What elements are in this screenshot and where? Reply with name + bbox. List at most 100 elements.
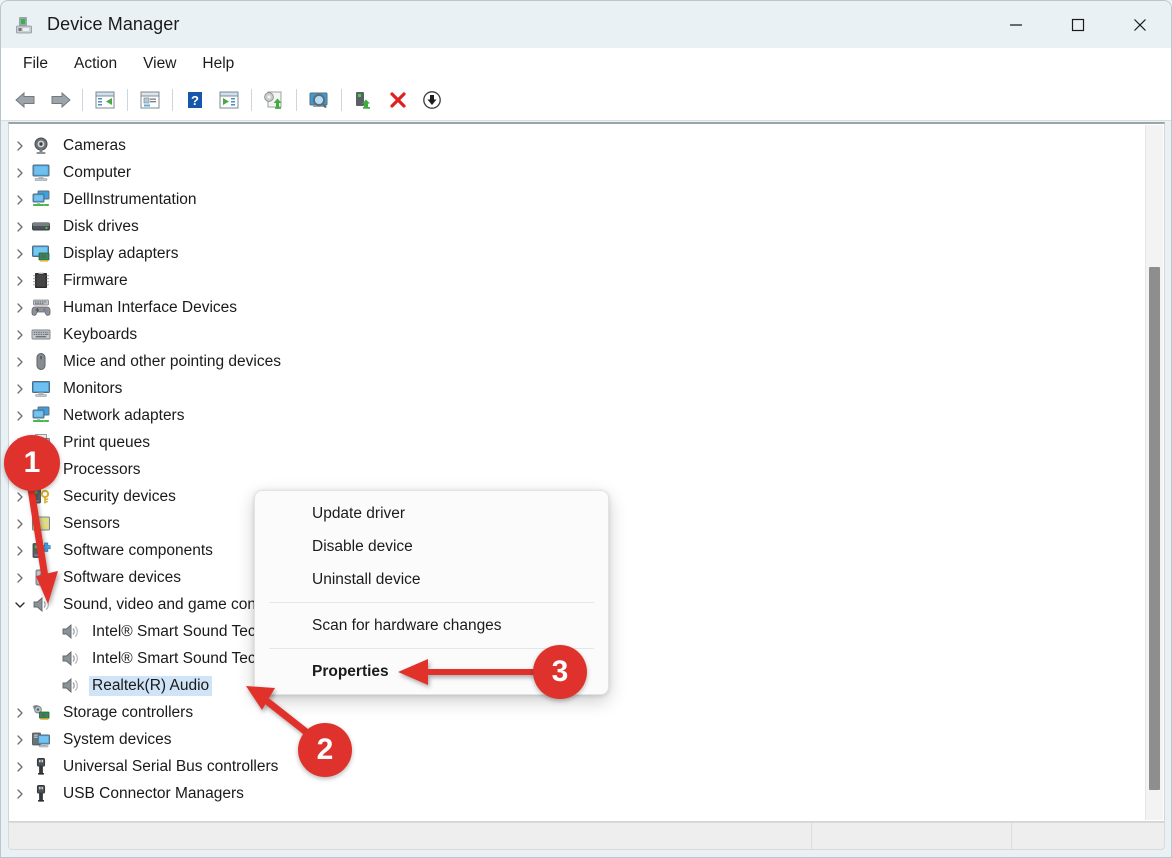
tree-item-label: Software devices	[63, 568, 182, 586]
chevron-right-icon[interactable]	[9, 761, 31, 772]
chevron-right-icon[interactable]	[9, 545, 31, 556]
tree-item-label: System devices	[63, 730, 172, 748]
scrollbar-thumb[interactable]	[1149, 267, 1160, 790]
tree-item[interactable]: DellInstrumentation	[9, 186, 1129, 213]
tree-item[interactable]: Disk drives	[9, 213, 1129, 240]
chevron-right-icon[interactable]	[9, 275, 31, 286]
tree-item-label: Realtek(R) Audio	[89, 675, 213, 696]
console-tree-button[interactable]	[88, 85, 122, 115]
tree-item[interactable]: Storage controllers	[9, 699, 1129, 726]
chevron-right-icon[interactable]	[9, 410, 31, 421]
chevron-right-icon[interactable]	[9, 383, 31, 394]
forward-button[interactable]	[43, 85, 77, 115]
maximize-button[interactable]	[1047, 1, 1109, 48]
toolbar-separator	[172, 89, 173, 111]
chevron-right-icon[interactable]	[9, 329, 31, 340]
chevron-right-icon[interactable]	[9, 437, 31, 448]
context-menu-item[interactable]: Disable device	[255, 530, 608, 563]
tree-item-label: Firmware	[63, 271, 128, 289]
context-menu-item[interactable]: Update driver	[255, 497, 608, 530]
scan-hardware-button[interactable]	[302, 85, 336, 115]
chevron-right-icon[interactable]	[9, 572, 31, 583]
chevron-right-icon[interactable]	[9, 707, 31, 718]
context-menu-separator	[269, 648, 594, 649]
help-button[interactable]: ?	[178, 85, 212, 115]
speaker-icon	[60, 622, 82, 642]
minimize-button[interactable]	[985, 1, 1047, 48]
chevron-right-icon[interactable]	[9, 734, 31, 745]
toolbar-separator	[82, 89, 83, 111]
disable-device-button[interactable]	[415, 85, 449, 115]
menu-help[interactable]: Help	[192, 52, 244, 76]
action-pane-button[interactable]	[212, 85, 246, 115]
processor-icon	[31, 460, 53, 480]
camera-icon	[31, 136, 53, 156]
security-device-icon	[31, 487, 53, 507]
toolbar-separator	[251, 89, 252, 111]
menu-action[interactable]: Action	[64, 52, 127, 76]
tree-item-label: Cameras	[63, 136, 126, 154]
tree-item-label: Network adapters	[63, 406, 185, 424]
tree-item-label: Storage controllers	[63, 703, 194, 721]
tree-item[interactable]: Keyboards	[9, 321, 1129, 348]
update-driver-button[interactable]	[257, 85, 291, 115]
tree-item[interactable]: Universal Serial Bus controllers	[9, 753, 1129, 780]
menu-view[interactable]: View	[133, 52, 186, 76]
enable-device-button[interactable]	[347, 85, 381, 115]
toolbar-separator	[127, 89, 128, 111]
hid-gamepad-icon	[31, 298, 53, 318]
storage-controller-icon	[31, 703, 53, 723]
device-manager-icon	[15, 15, 35, 35]
chevron-right-icon[interactable]	[9, 518, 31, 529]
title-bar[interactable]: Device Manager	[1, 1, 1171, 48]
display-adapter-icon	[31, 244, 53, 264]
tree-item[interactable]: Display adapters	[9, 240, 1129, 267]
chevron-right-icon[interactable]	[9, 356, 31, 367]
device-manager-screenshot: Device Manager File Action View Help ? C…	[0, 0, 1172, 858]
chevron-right-icon[interactable]	[9, 464, 31, 475]
tree-item[interactable]: Cameras	[9, 132, 1129, 159]
chevron-right-icon[interactable]	[9, 302, 31, 313]
tree-item[interactable]: Network adapters	[9, 402, 1129, 429]
close-button[interactable]	[1109, 1, 1171, 48]
system-device-icon	[31, 730, 53, 750]
chevron-right-icon[interactable]	[9, 140, 31, 151]
monitor-icon	[31, 379, 53, 399]
tree-item-label: DellInstrumentation	[63, 190, 197, 208]
tree-item-label: Sensors	[63, 514, 120, 532]
device-tree-panel: Cameras Computer DellInstrumentation Disk d…	[8, 122, 1165, 822]
keyboard-icon	[31, 325, 53, 345]
menu-file[interactable]: File	[13, 52, 58, 76]
chevron-right-icon[interactable]	[9, 491, 31, 502]
properties-button[interactable]	[133, 85, 167, 115]
vertical-scrollbar[interactable]	[1145, 125, 1163, 820]
computer-icon	[31, 163, 53, 183]
tree-item[interactable]: Firmware	[9, 267, 1129, 294]
chevron-right-icon[interactable]	[9, 788, 31, 799]
tree-item[interactable]: Mice and other pointing devices	[9, 348, 1129, 375]
tree-item[interactable]: USB Connector Managers	[9, 780, 1129, 807]
chevron-right-icon[interactable]	[9, 221, 31, 232]
tree-item[interactable]: Processors	[9, 456, 1129, 483]
tree-item-label: Monitors	[63, 379, 123, 397]
network-computers-icon	[31, 190, 53, 210]
tree-item[interactable]: Human Interface Devices	[9, 294, 1129, 321]
context-menu-item[interactable]: Properties	[255, 655, 608, 688]
toolbar: ?	[1, 80, 1171, 121]
chevron-right-icon[interactable]	[9, 194, 31, 205]
tree-item[interactable]: Computer	[9, 159, 1129, 186]
mouse-icon	[31, 352, 53, 372]
context-menu-item[interactable]: Scan for hardware changes	[255, 609, 608, 642]
context-menu-item[interactable]: Uninstall device	[255, 563, 608, 596]
chevron-right-icon[interactable]	[9, 248, 31, 259]
menu-bar: File Action View Help	[1, 48, 1171, 80]
back-button[interactable]	[9, 85, 43, 115]
chevron-down-icon[interactable]	[9, 600, 31, 610]
tree-item-label: Security devices	[63, 487, 176, 505]
tree-item[interactable]: System devices	[9, 726, 1129, 753]
tree-item[interactable]: Print queues	[9, 429, 1129, 456]
uninstall-device-button[interactable]	[381, 85, 415, 115]
chevron-right-icon[interactable]	[9, 167, 31, 178]
tree-item[interactable]: Monitors	[9, 375, 1129, 402]
tree-item-label: Universal Serial Bus controllers	[63, 757, 279, 775]
